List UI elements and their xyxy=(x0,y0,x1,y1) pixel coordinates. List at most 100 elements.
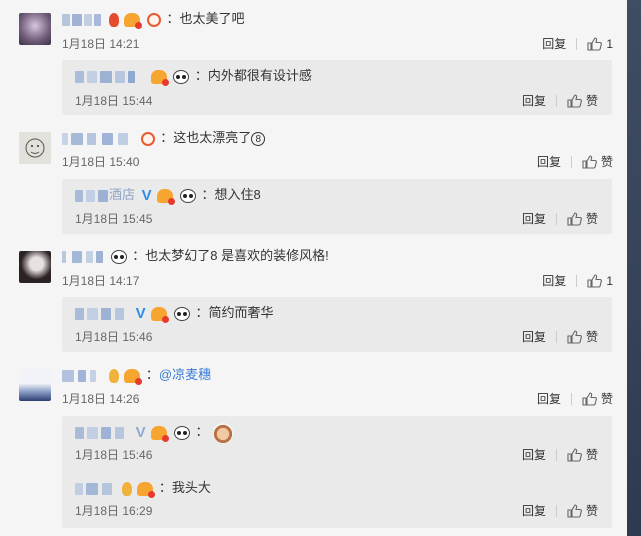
comment-time: 1月18日 15:40 xyxy=(62,155,140,169)
sketch-avatar-icon xyxy=(25,138,45,158)
avatar[interactable] xyxy=(19,251,51,283)
username[interactable] xyxy=(75,70,145,83)
like-button[interactable]: 赞 xyxy=(567,447,598,463)
reply-button[interactable]: 回复 xyxy=(522,93,546,109)
divider xyxy=(570,393,572,405)
comment-line: ：也太梦幻了8 是喜欢的装修风格! xyxy=(62,246,329,266)
comment-line: ：@凉麦穗 xyxy=(62,365,211,385)
comment-time: 1月18日 14:17 xyxy=(62,274,140,288)
username[interactable] xyxy=(75,482,115,495)
reply-time: 1月18日 15:46 xyxy=(75,330,153,344)
reply-text: 内外都很有设计感 xyxy=(207,68,312,83)
like-button[interactable]: 赞 xyxy=(582,154,613,170)
reply-button[interactable]: 回复 xyxy=(537,154,561,170)
thumbs-up-icon xyxy=(587,37,603,51)
panda-emoji-icon xyxy=(179,188,196,203)
reply-box: V ： 1月18日 15:46 回复 赞 ：我头大 1月18日 16:29 回复 xyxy=(62,416,612,528)
fire-badge-icon xyxy=(108,12,119,27)
like-count: 赞 xyxy=(600,392,613,406)
comment-actions: 回复 1 xyxy=(542,273,613,289)
username[interactable] xyxy=(62,250,104,263)
vip-badge-icon xyxy=(151,425,170,442)
comment-item: ：@凉麦穗 1月18日 14:26 回复 赞 V ： 1月18日 15:46 回… xyxy=(0,356,627,536)
avatar[interactable] xyxy=(19,369,51,401)
comment-text: 也太美了吧 xyxy=(179,11,245,26)
thumbs-up-icon xyxy=(567,504,582,518)
reply-text: 简约而奢华 xyxy=(208,305,274,320)
reply-button[interactable]: 回复 xyxy=(522,329,546,345)
comment-time: 1月18日 14:21 xyxy=(62,37,140,51)
verified-v-icon: V xyxy=(135,423,146,441)
vip-badge-icon xyxy=(124,12,143,29)
medal-badge-icon xyxy=(140,131,155,146)
username[interactable] xyxy=(62,13,102,26)
avatar[interactable] xyxy=(19,13,51,45)
username[interactable] xyxy=(62,132,134,145)
thumbs-up-icon xyxy=(567,94,582,108)
divider xyxy=(555,95,557,107)
vip-badge-icon xyxy=(150,69,169,86)
panda-emoji-icon xyxy=(173,425,190,440)
mention-link[interactable]: @凉麦穗 xyxy=(159,367,211,382)
like-button[interactable]: 1 xyxy=(587,273,613,289)
reply-button[interactable]: 回复 xyxy=(522,503,546,519)
like-label: 赞 xyxy=(585,330,598,344)
thumbs-up-icon xyxy=(567,212,582,226)
circled-number: 8 xyxy=(251,131,266,146)
like-button[interactable]: 赞 xyxy=(567,93,598,109)
reply-button[interactable]: 回复 xyxy=(537,391,561,407)
username[interactable] xyxy=(75,307,129,320)
like-button[interactable]: 赞 xyxy=(582,391,613,407)
thumbs-up-icon xyxy=(582,392,597,406)
comment-item: ：这也太漂亮了 8 1月18日 15:40 回复 赞 酒店 V ：想入住8 1月1… xyxy=(0,118,627,238)
comment-line: ：这也太漂亮了 8 xyxy=(62,128,266,148)
vip-badge-icon xyxy=(137,481,156,498)
reply-button[interactable]: 回复 xyxy=(522,211,546,227)
like-count: 1 xyxy=(606,274,613,288)
reply-actions: 回复 赞 xyxy=(522,447,598,463)
reply-actions: 回复 赞 xyxy=(522,329,598,345)
like-label: 赞 xyxy=(585,212,598,226)
username[interactable] xyxy=(62,369,102,382)
like-count: 1 xyxy=(606,37,613,51)
username[interactable] xyxy=(75,189,109,202)
verified-v-icon: V xyxy=(135,304,146,322)
panda-emoji-icon xyxy=(173,69,190,84)
username-suffix[interactable]: 酒店 xyxy=(109,187,135,202)
thumbs-up-icon xyxy=(587,274,603,288)
medal-badge-icon xyxy=(146,12,161,27)
reply-time: 1月18日 16:29 xyxy=(75,504,153,518)
vip-badge-icon xyxy=(151,306,170,323)
reply-time: 1月18日 15:46 xyxy=(75,448,153,462)
comment-actions: 回复 赞 xyxy=(537,154,613,170)
window-edge xyxy=(627,0,641,536)
like-button[interactable]: 赞 xyxy=(567,211,598,227)
thumbs-up-icon xyxy=(567,330,582,344)
reply-button[interactable]: 回复 xyxy=(542,36,566,52)
reply-actions: 回复 赞 xyxy=(522,93,598,109)
comment-actions: 回复 赞 xyxy=(537,391,613,407)
divider xyxy=(555,213,557,225)
like-label: 赞 xyxy=(585,94,598,108)
divider xyxy=(555,331,557,343)
head-emoji-icon xyxy=(212,422,233,443)
like-button[interactable]: 赞 xyxy=(567,329,598,345)
comment-item: ：也太美了吧 1月18日 14:21 回复 1 ：内外都很有设计感 1月18日 … xyxy=(0,0,627,118)
panda-emoji-icon xyxy=(173,306,190,321)
reply-line: V ：简约而奢华 xyxy=(75,303,274,323)
username[interactable] xyxy=(75,426,129,439)
reply-actions: 回复 赞 xyxy=(522,211,598,227)
like-button[interactable]: 1 xyxy=(587,36,613,52)
like-button[interactable]: 赞 xyxy=(567,503,598,519)
reply-box: 酒店 V ：想入住8 1月18日 15:45 回复 赞 xyxy=(62,179,612,234)
divider xyxy=(570,156,572,168)
verified-v-icon: V xyxy=(141,186,152,204)
avatar[interactable] xyxy=(19,132,51,164)
reply-button[interactable]: 回复 xyxy=(522,447,546,463)
comment-item: ：也太梦幻了8 是喜欢的装修风格! 1月18日 14:17 回复 1 V ：简约… xyxy=(0,238,627,356)
reply-line: V ： xyxy=(75,422,233,443)
like-label: 赞 xyxy=(585,504,598,518)
comment-actions: 回复 1 xyxy=(542,36,613,52)
thumbs-up-icon xyxy=(582,155,597,169)
reply-button[interactable]: 回复 xyxy=(542,273,566,289)
